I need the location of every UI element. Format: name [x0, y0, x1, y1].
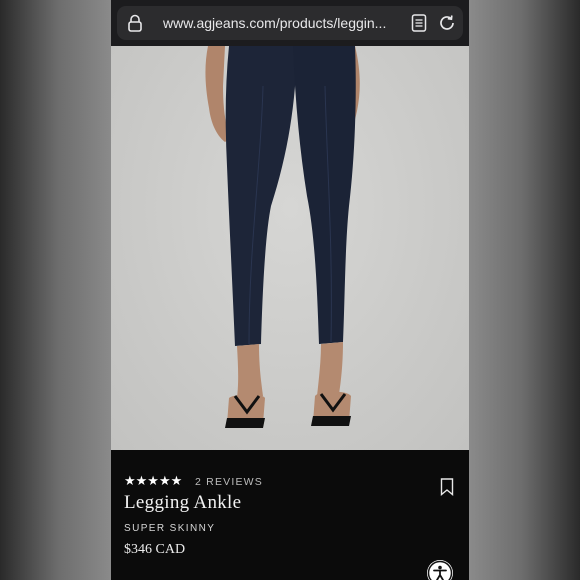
product-price: $346 CAD [124, 542, 186, 557]
product-fit: SUPER SKINNY [124, 523, 216, 534]
product-info-panel: ★★★★★ 2 REVIEWS Legging Ankle SUPER SKIN… [111, 450, 469, 580]
bookmark-icon[interactable] [440, 478, 454, 496]
address-bar[interactable]: www.agjeans.com/products/leggin... [117, 6, 463, 40]
browser-toolbar: www.agjeans.com/products/leggin... [111, 0, 469, 46]
lock-icon [127, 14, 143, 32]
rating-stars: ★★★★★ [124, 474, 183, 489]
url-text[interactable]: www.agjeans.com/products/leggin... [163, 14, 399, 32]
reload-icon[interactable] [437, 13, 457, 33]
reviews-link[interactable]: 2 REVIEWS [195, 476, 263, 488]
product-photo [111, 46, 469, 450]
accessibility-icon[interactable] [427, 560, 453, 580]
product-title: Legging Ankle [124, 492, 242, 513]
phone-screen: www.agjeans.com/products/leggin... ★★★★★… [111, 0, 469, 580]
jeans-model-illustration [205, 46, 360, 428]
reader-icon[interactable] [411, 14, 427, 32]
